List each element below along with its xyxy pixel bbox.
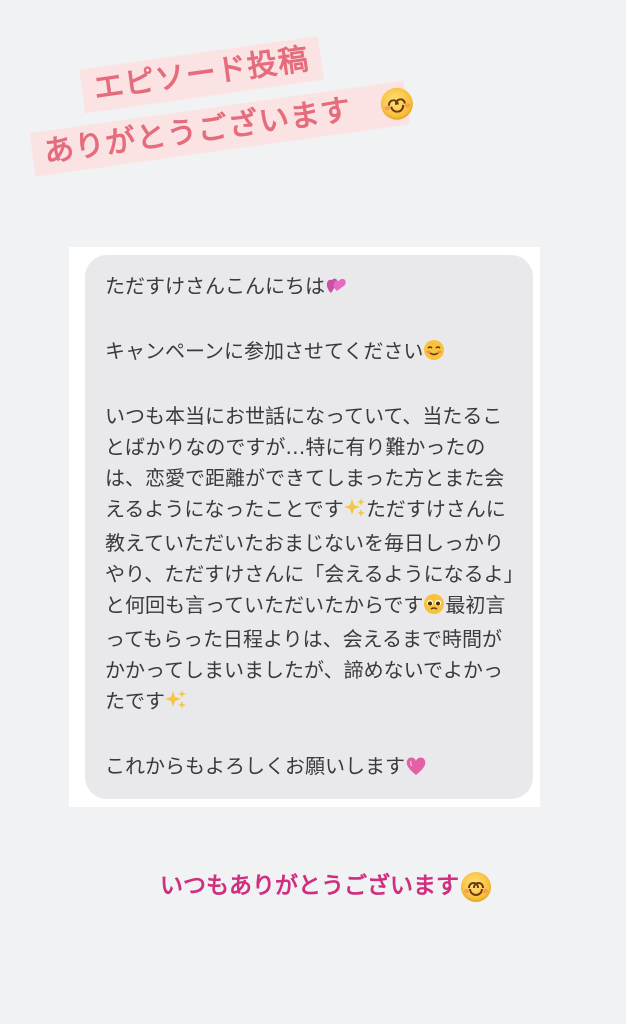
sparkles-icon — [165, 689, 187, 720]
relieved-face-icon — [423, 339, 445, 370]
pleading-face-icon — [423, 593, 445, 624]
pink-heart-icon — [405, 754, 427, 785]
greeting-line: ただすけさんこんにちは — [105, 271, 517, 305]
sparkles-icon — [343, 497, 366, 528]
two-hearts-icon — [325, 274, 349, 305]
message-bubble: ただすけさんこんにちは キャンペーンに参加させてください いつも本当にお世話にな… — [85, 255, 533, 799]
request-line: キャンペーンに参加させてください — [105, 336, 517, 370]
thanks-text: いつもありがとうございます — [160, 873, 459, 899]
episode-banner: エピソード投稿 ありがとうございます — [18, 0, 456, 210]
message-screenshot: ただすけさんこんにちは キャンペーンに参加させてください いつも本当にお世話にな… — [69, 247, 540, 807]
body-paragraph: いつも本当にお世話になっていて、当たることばかりなのですが…特に有り難かったのは… — [105, 401, 517, 720]
request-text: キャンペーンに参加させてください — [105, 339, 424, 363]
greeting-text: ただすけさんこんにちは — [105, 274, 325, 298]
smiling-face-icon — [461, 871, 491, 902]
thanks-message: いつもありがとうございます — [160, 866, 491, 906]
closing-line: これからもよろしくお願いします — [105, 751, 517, 785]
closing-text: これからもよろしくお願いします — [105, 754, 405, 778]
